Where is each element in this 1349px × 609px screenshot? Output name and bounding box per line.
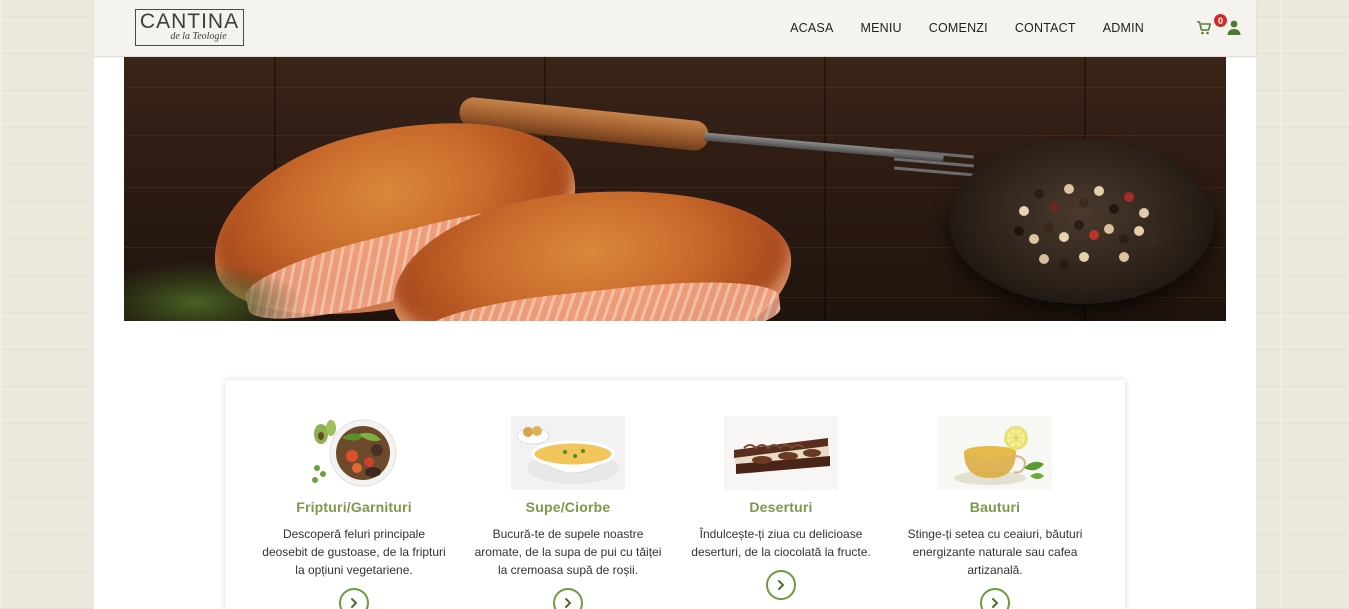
site-logo[interactable]: CANTINA de la Teologie [135,9,244,46]
cake-slice-image [724,416,838,490]
hero-banner-image [124,57,1226,321]
user-icon[interactable] [1227,20,1241,35]
category-title[interactable]: Bauturi [900,499,1090,515]
logo-tagline: de la Teologie [170,30,227,42]
category-item: Supe/Ciorbe Bucură-te de supele noastre … [473,416,663,609]
chevron-right-icon [992,598,998,608]
category-description: Bucură-te de supele noastre aromate, de … [474,527,662,577]
soup-bowl-image [511,416,625,490]
category-description: Stinge-ți setea cu ceaiuri, băuturi ener… [907,527,1083,577]
nav-item-admin[interactable]: ADMIN [1103,21,1144,35]
nav-item-acasa[interactable]: ACASA [790,21,833,35]
category-item: Bauturi Stinge-ți setea cu ceaiuri, băut… [900,416,1090,609]
main-dish-plate-image [297,416,411,490]
nav-item-comenzi[interactable]: COMENZI [929,21,988,35]
cart-count-badge: 0 [1214,14,1227,27]
category-title[interactable]: Supe/Ciorbe [473,499,663,515]
category-description: Îndulcește-ți ziua cu delicioase desertu… [691,527,871,559]
category-arrow-button[interactable] [553,588,583,609]
nav-item-contact[interactable]: CONTACT [1015,21,1076,35]
chevron-right-icon [778,580,784,590]
logo-name: CANTINA [139,9,240,33]
category-description: Descoperă feluri principale deosebit de … [262,527,446,577]
cart-icon[interactable] [1196,20,1212,36]
category-item: Fripturi/Garnituri Descoperă feluri prin… [259,416,449,609]
menu-categories-card: Fripturi/Garnituri Descoperă feluri prin… [225,380,1125,609]
category-item: Deserturi Îndulcește-ți ziua cu delicioa… [686,416,876,600]
category-arrow-button[interactable] [766,570,796,600]
site-header: CANTINA de la Teologie ACASA MENIU COMEN… [94,0,1256,57]
category-arrow-button[interactable] [339,588,369,609]
nav-item-meniu[interactable]: MENIU [861,21,902,35]
tea-cup-image [938,416,1052,490]
chevron-right-icon [351,598,357,608]
category-title[interactable]: Fripturi/Garnituri [259,499,449,515]
category-arrow-button[interactable] [980,588,1010,609]
chevron-right-icon [565,598,571,608]
main-nav: ACASA MENIU COMENZI CONTACT ADMIN [763,21,1144,35]
category-title[interactable]: Deserturi [686,499,876,515]
page-container: CANTINA de la Teologie ACASA MENIU COMEN… [94,0,1256,609]
